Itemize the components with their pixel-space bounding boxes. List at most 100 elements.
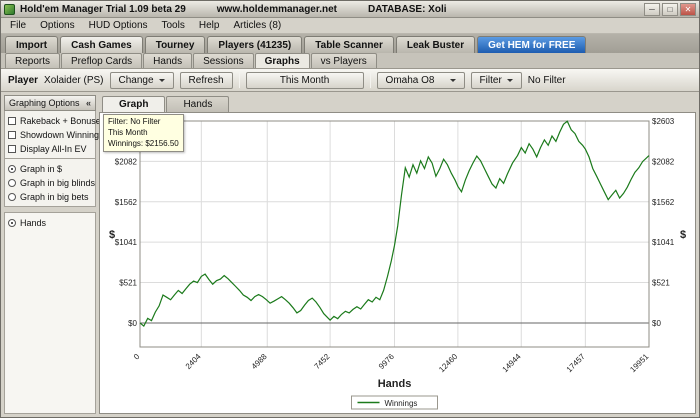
list-item-hands[interactable]: Hands [8, 217, 92, 228]
option-showdown-winnings[interactable]: Showdown Winnings [8, 129, 104, 140]
option-graph-in[interactable]: Graph in $ [8, 163, 92, 174]
change-player-label: Change [118, 74, 154, 86]
option-graph-in-big-bets[interactable]: Graph in big bets [8, 191, 92, 202]
checkbox-display-all-in-ev[interactable] [8, 144, 16, 153]
option-label: Graph in $ [20, 163, 63, 174]
graph-type-list: Hands [4, 212, 96, 414]
menu-item-hud-options[interactable]: HUD Options [82, 19, 155, 32]
svg-text:2404: 2404 [184, 352, 203, 371]
graphing-options-panel: Graphing Options « Rakeback + Bonuses Sho… [4, 95, 105, 414]
date-range-label: This Month [279, 74, 330, 86]
svg-text:$2603: $2603 [652, 117, 675, 126]
graphing-options-header: Graphing Options « [4, 95, 96, 111]
graph-tab-graph[interactable]: Graph [102, 96, 166, 112]
radio-graph-in[interactable] [8, 164, 16, 173]
svg-text:$1562: $1562 [652, 198, 675, 207]
subtab-vs-players[interactable]: vs Players [310, 53, 377, 68]
svg-text:Winnings: Winnings [385, 399, 418, 408]
option-graph-in-big-blinds[interactable]: Graph in big blinds [8, 177, 96, 188]
menu-item-articles-8[interactable]: Articles (8) [226, 19, 288, 32]
sub-tab-bar: Reports Preflop Cards Hands Sessions Graphs v… [1, 53, 699, 69]
subtab-preflop-cards[interactable]: Preflop Cards [61, 53, 143, 68]
title-bar: Hold'em Manager Trial 1.09 beta 29 www.h… [1, 1, 699, 18]
menu-item-options[interactable]: Options [33, 19, 81, 32]
player-label: Player [8, 74, 39, 86]
svg-text:$0: $0 [128, 319, 137, 328]
subtab-sessions[interactable]: Sessions [193, 53, 254, 68]
maximize-button[interactable]: □ [662, 2, 678, 16]
svg-text:$521: $521 [119, 279, 137, 288]
tab-tourney[interactable]: Tourney [144, 36, 206, 53]
svg-text:$2082: $2082 [652, 157, 675, 166]
subtab-reports[interactable]: Reports [5, 53, 61, 68]
menu-item-help[interactable]: Help [192, 19, 227, 32]
option-rakeback-bonuses[interactable]: Rakeback + Bonuses [8, 115, 105, 126]
game-type-dropdown[interactable]: Omaha O8 [376, 71, 465, 89]
subtab-graphs[interactable]: Graphs [254, 53, 310, 68]
graph-option-checkboxes: Rakeback + Bonuses Showdown Winnings Displ… [4, 111, 105, 159]
refresh-label: Refresh [188, 74, 224, 86]
svg-text:Hands: Hands [378, 378, 412, 390]
tab-table-scanner[interactable]: Table Scanner [304, 36, 394, 53]
svg-text:$0: $0 [652, 319, 661, 328]
svg-text:$1041: $1041 [652, 238, 675, 247]
option-label: Graph in big bets [20, 191, 89, 202]
svg-text:7452: 7452 [313, 352, 332, 371]
svg-text:17457: 17457 [565, 352, 587, 374]
content: Graphing Options « Rakeback + Bonuses Sho… [1, 92, 699, 417]
radio-graph-in-big-bets[interactable] [8, 192, 16, 201]
tab-players-41235[interactable]: Players (41235) [207, 36, 303, 53]
close-button[interactable]: ✕ [680, 2, 696, 16]
app-icon [4, 3, 15, 15]
option-label: Rakeback + Bonuses [20, 115, 106, 126]
graph-panel: Graph Hands Filter: No Filter This Month Wi… [99, 95, 696, 414]
svg-text:$: $ [680, 229, 686, 241]
app-window: Hold'em Manager Trial 1.09 beta 29 www.h… [0, 0, 700, 418]
tooltip-line: This Month [108, 127, 148, 137]
get-hem-for-free-tab[interactable]: Get HEM for FREE [477, 36, 587, 53]
svg-text:12460: 12460 [437, 352, 459, 374]
minimize-button[interactable]: ─ [644, 2, 660, 16]
chart-tooltip: Filter: No Filter This Month Winnings: $21… [103, 114, 184, 153]
date-range-button[interactable]: This Month [245, 71, 364, 89]
menu-bar: File Options HUD Options Tools Help Articles … [1, 18, 699, 34]
toolbar-separator [369, 72, 371, 88]
graph-tab-hands[interactable]: Hands [166, 96, 230, 112]
player-toolbar: Player Xolaider (PS) Change Refresh This… [1, 69, 699, 92]
chart-area: Filter: No Filter This Month Winnings: $21… [99, 112, 696, 414]
tab-cash-games[interactable]: Cash Games [60, 36, 143, 53]
svg-text:$2082: $2082 [115, 157, 138, 166]
svg-text:4988: 4988 [250, 352, 269, 371]
game-type-label: Omaha O8 [385, 74, 435, 86]
subtab-hands[interactable]: Hands [143, 53, 193, 68]
option-display-all-in-ev[interactable]: Display All-In EV [8, 143, 92, 154]
menu-item-tools[interactable]: Tools [155, 19, 192, 32]
radio-graph-in-big-blinds[interactable] [8, 178, 16, 187]
player-name: Xolaider (PS) [44, 74, 104, 86]
tab-leak-buster[interactable]: Leak Buster [395, 36, 476, 53]
change-player-button[interactable]: Change [109, 71, 174, 89]
filter-label: Filter [479, 74, 502, 86]
svg-text:$: $ [109, 229, 115, 241]
svg-text:0: 0 [132, 352, 142, 362]
collapse-panel-icon[interactable]: « [86, 98, 91, 108]
menu-item-file[interactable]: File [3, 19, 33, 32]
radio-hands[interactable] [8, 218, 16, 227]
tooltip-line: Filter: No Filter [108, 117, 161, 126]
refresh-button[interactable]: Refresh [179, 71, 233, 89]
active-filter-label: No Filter [527, 74, 566, 86]
window-site-label: www.holdemmanager.net [216, 3, 337, 15]
option-label: Graph in big blinds [20, 177, 96, 188]
winnings-line-chart: $0 $0 $521 $521 $1041 $1041 $1562 $1562 $2082 $20… [109, 117, 686, 410]
checkbox-rakeback-bonuses[interactable] [8, 116, 16, 125]
window-database-label: DATABASE: Xoli [368, 3, 447, 15]
graph-tab-bar: Graph Hands [99, 95, 696, 112]
tab-import[interactable]: Import [5, 36, 59, 53]
option-label: Showdown Winnings [20, 129, 104, 140]
svg-text:$1562: $1562 [115, 198, 138, 207]
checkbox-showdown-winnings[interactable] [8, 130, 16, 139]
filter-dropdown[interactable]: Filter [470, 71, 522, 89]
graphing-options-title: Graphing Options [9, 98, 80, 108]
svg-text:19951: 19951 [628, 352, 650, 374]
svg-text:$521: $521 [652, 279, 670, 288]
